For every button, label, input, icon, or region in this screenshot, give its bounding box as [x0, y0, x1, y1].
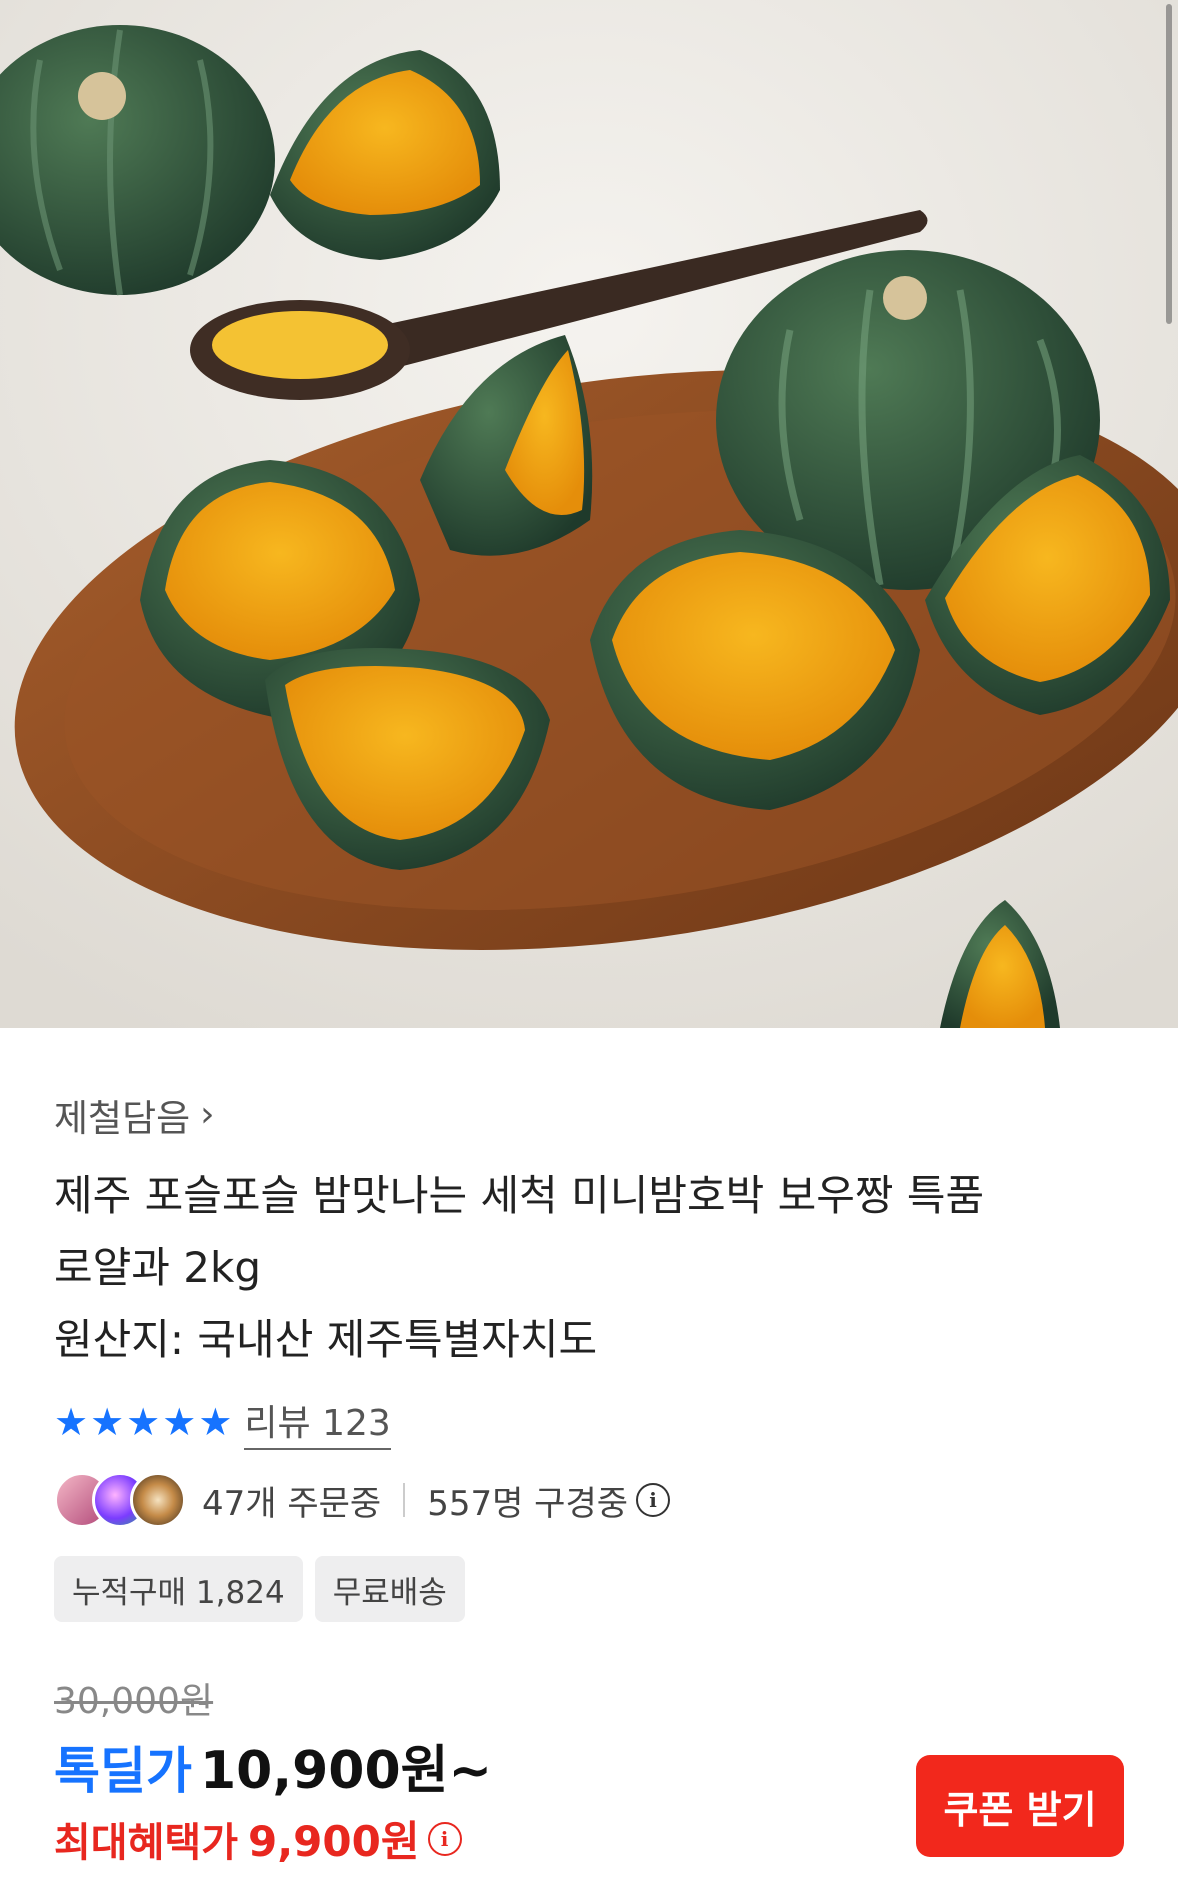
max-benefit-label: 최대혜택가: [54, 1819, 238, 1866]
star-icon: ★: [198, 1400, 233, 1444]
scrollbar[interactable]: [1166, 4, 1172, 324]
max-benefit-price: 9,900원: [248, 1817, 420, 1866]
origin-line: 원산지: 국내산 제주특별자치도: [54, 1315, 598, 1364]
tag-cumulative-purchases: 누적구매 1,824: [54, 1556, 303, 1622]
tag-free-shipping: 무료배송: [314, 1556, 465, 1622]
max-benefit-row: 최대혜택가 9,900원 i: [54, 1808, 462, 1869]
coupon-button[interactable]: 쿠폰 받기: [916, 1755, 1124, 1857]
viewers-count: 557명 구경중: [427, 1483, 629, 1524]
review-link[interactable]: 리뷰 123: [244, 1394, 391, 1450]
deal-price-row: 톡딜가 10,900원~: [54, 1728, 492, 1803]
star-icon: ★: [126, 1400, 161, 1444]
star-icon: ★: [54, 1400, 89, 1444]
title-line-2: 로얄과 2kg: [54, 1243, 261, 1292]
info-icon[interactable]: i: [427, 1821, 462, 1856]
deal-label: 톡딜가: [54, 1742, 192, 1800]
star-rating: ★ ★ ★ ★ ★: [54, 1403, 232, 1441]
brand-link[interactable]: 제철담음 ›: [54, 1088, 215, 1142]
orders-count: 47개 주문중: [202, 1483, 382, 1524]
tag-list: 누적구매 1,824 무료배송: [54, 1556, 465, 1622]
title-line-1: 제주 포슬포슬 밤맛나는 세척 미니밤호박 보우짱 특품: [54, 1171, 985, 1220]
product-title: 제주 포슬포슬 밤맛나는 세척 미니밤호박 보우짱 특품 로얄과 2kg 원산지…: [54, 1160, 1114, 1376]
avatar: [130, 1472, 186, 1528]
product-info: 제철담음 › 제주 포슬포슬 밤맛나는 세척 미니밤호박 보우짱 특품 로얄과 …: [0, 1028, 1178, 1877]
product-image[interactable]: [0, 0, 1178, 1028]
brand-name: 제철담음: [54, 1097, 191, 1140]
deal-price: 10,900원~: [200, 1741, 493, 1801]
divider: [403, 1483, 406, 1517]
star-icon: ★: [162, 1400, 197, 1444]
activity-row: 47개 주문중 557명 구경중 i: [54, 1472, 671, 1528]
pumpkin-photo-illustration: [0, 0, 1178, 1028]
original-price: 30,000원: [54, 1681, 214, 1722]
rating-row: ★ ★ ★ ★ ★ 리뷰 123: [54, 1394, 391, 1450]
chevron-right-icon: ›: [200, 1094, 215, 1135]
info-icon[interactable]: i: [636, 1483, 671, 1517]
buyer-avatars: [54, 1472, 186, 1528]
star-icon: ★: [90, 1400, 125, 1444]
